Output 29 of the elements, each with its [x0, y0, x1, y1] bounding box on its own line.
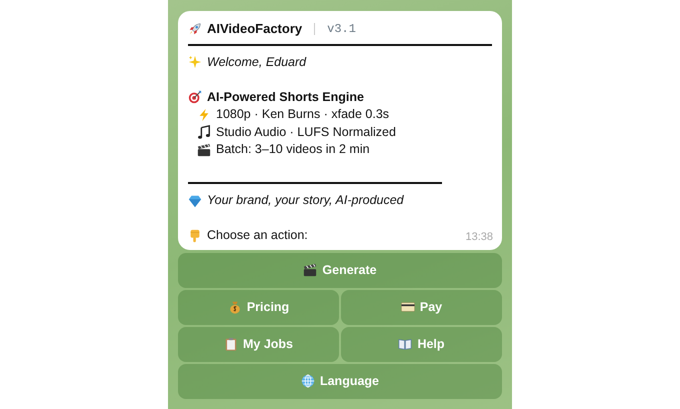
rocket-icon	[188, 22, 202, 36]
target-icon	[188, 90, 202, 104]
keyboard-button[interactable]: Pricing	[178, 290, 339, 324]
gem-icon	[188, 194, 202, 208]
keyboard-button[interactable]: My Jobs	[178, 326, 339, 362]
keyboard-button[interactable]: Generate	[178, 252, 502, 288]
book-icon	[398, 337, 412, 351]
clapperboard-icon	[303, 263, 318, 277]
message-time: 13:38	[465, 230, 493, 245]
version-label: v3.1	[327, 20, 356, 38]
money-bag-icon	[228, 300, 242, 314]
music-note-icon	[197, 125, 211, 140]
bot-title: AIVideoFactory	[207, 20, 302, 38]
lightning-icon	[197, 108, 211, 122]
greeting-text: Welcome, Eduard	[207, 54, 306, 71]
keyboard-button[interactable]: Help	[341, 326, 502, 362]
tagline-text: Your brand, your story, AI-produced	[207, 192, 404, 210]
feature-text: Studio Audio · LUFS Normalized	[216, 124, 396, 141]
feature-text: 1080p · Ken Burns · xfade 0.3s	[216, 106, 390, 124]
globe-icon	[300, 374, 315, 388]
prompt-text: Choose an action:	[207, 227, 308, 244]
section-heading: AI-Powered Shorts Engine	[207, 88, 364, 106]
clapperboard-icon	[197, 142, 211, 157]
clipboard-icon	[224, 337, 238, 351]
sparkles-icon	[188, 55, 202, 70]
keyboard-button[interactable]: Pay	[341, 290, 502, 324]
keyboard-button[interactable]: Language	[178, 364, 502, 398]
credit-card-icon	[400, 300, 415, 314]
feature-text: Batch: 3–10 videos in 2 min	[216, 141, 370, 158]
